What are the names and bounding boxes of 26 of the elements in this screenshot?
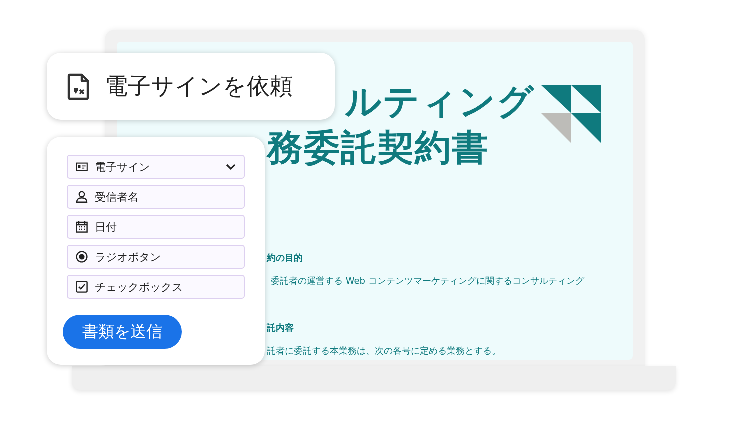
input-field[interactable]: ラジオボタン xyxy=(67,245,245,269)
input-field[interactable]: チェックボックス xyxy=(67,275,245,299)
input-field[interactable]: 日付 xyxy=(67,215,245,239)
logo-icon xyxy=(541,85,601,143)
checkbox-icon xyxy=(76,281,88,293)
document-title: 務委託契約書 xyxy=(267,127,489,171)
dropdown-field[interactable]: 電子サイン xyxy=(67,155,245,179)
document-icon xyxy=(67,72,91,100)
chevron-down-icon xyxy=(226,164,236,170)
person-icon xyxy=(76,191,88,203)
section-text: 委託者の運営する Web コンテンツマーケティングに関するコンサルティング xyxy=(271,275,584,288)
field-label: 電子サイン xyxy=(95,160,150,174)
request-label: 電子サインを依頼 xyxy=(105,73,293,102)
input-field[interactable]: 受信者名 xyxy=(67,185,245,209)
section-heading: 約の目的 xyxy=(267,252,304,265)
field-label: 日付 xyxy=(95,220,117,234)
field-label: ラジオボタン xyxy=(95,250,161,264)
field-label: チェックボックス xyxy=(95,280,183,294)
id-card-icon xyxy=(76,161,88,173)
field-label: 受信者名 xyxy=(95,190,139,204)
section-text: 託者に委託する本業務は、次の各号に定める業務とする。 xyxy=(267,345,501,358)
calendar-icon xyxy=(76,221,88,233)
section-heading: 託内容 xyxy=(267,322,295,335)
document-title: ルティング xyxy=(345,81,535,125)
radio-icon xyxy=(76,251,88,263)
send-button[interactable]: 書類を送信 xyxy=(63,315,182,349)
